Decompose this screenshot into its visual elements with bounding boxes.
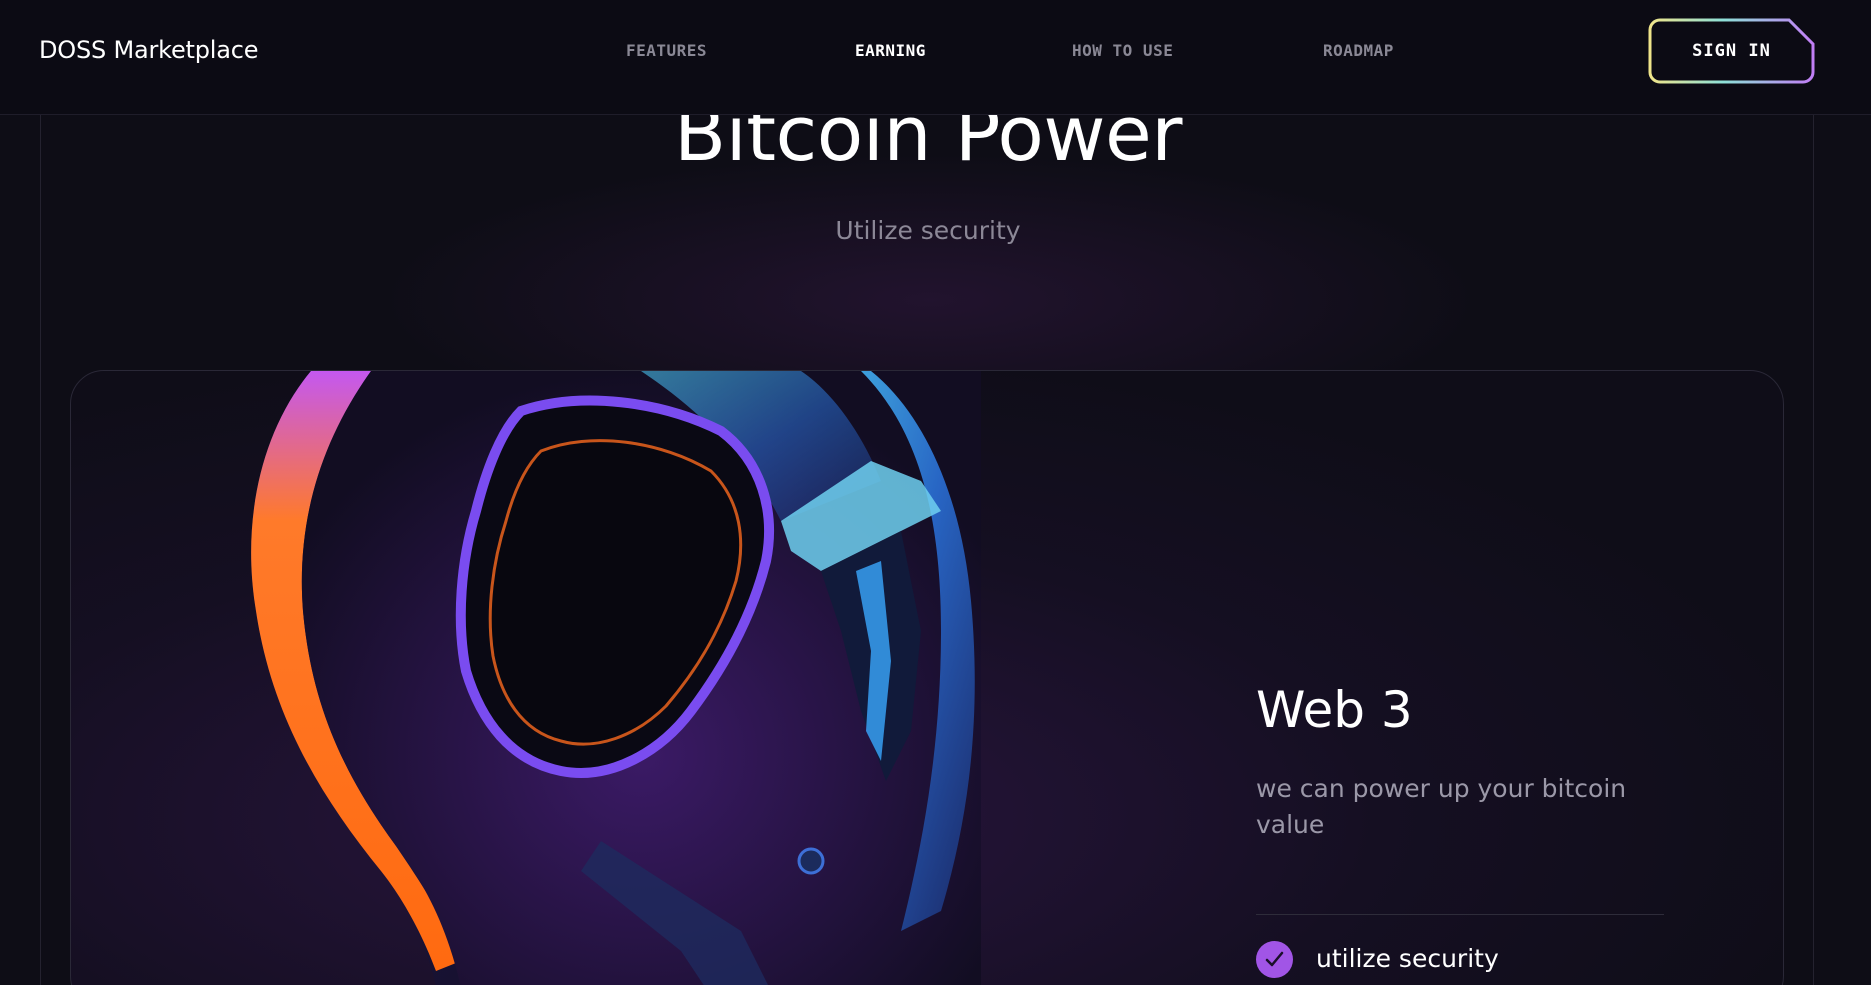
feature-card: Web 3 we can power up your bitcoin value…	[70, 370, 1784, 985]
card-title: Web 3	[1256, 681, 1413, 739]
nav-features[interactable]: FEATURES	[626, 41, 707, 60]
sign-in-label: SIGN IN	[1692, 41, 1771, 61]
card-divider	[1256, 914, 1664, 915]
nav-how-to-use[interactable]: HOW TO USE	[1072, 41, 1173, 60]
nav-roadmap[interactable]: ROADMAP	[1323, 41, 1394, 60]
feature-label: utilize security	[1316, 944, 1499, 973]
frame-line-left	[40, 115, 41, 985]
site-header: DOSS Marketplace FEATURES EARNING HOW TO…	[0, 0, 1871, 115]
site-logo[interactable]: DOSS Marketplace	[39, 36, 259, 64]
helmet-illustration	[251, 371, 981, 985]
hero-subtitle: Utilize security	[835, 216, 1021, 245]
check-icon	[1256, 941, 1293, 978]
sign-in-button[interactable]: SIGN IN	[1648, 18, 1815, 84]
card-description: we can power up your bitcoin value	[1256, 774, 1627, 839]
frame-line-right	[1813, 115, 1814, 985]
nav-earning[interactable]: EARNING	[855, 41, 926, 60]
